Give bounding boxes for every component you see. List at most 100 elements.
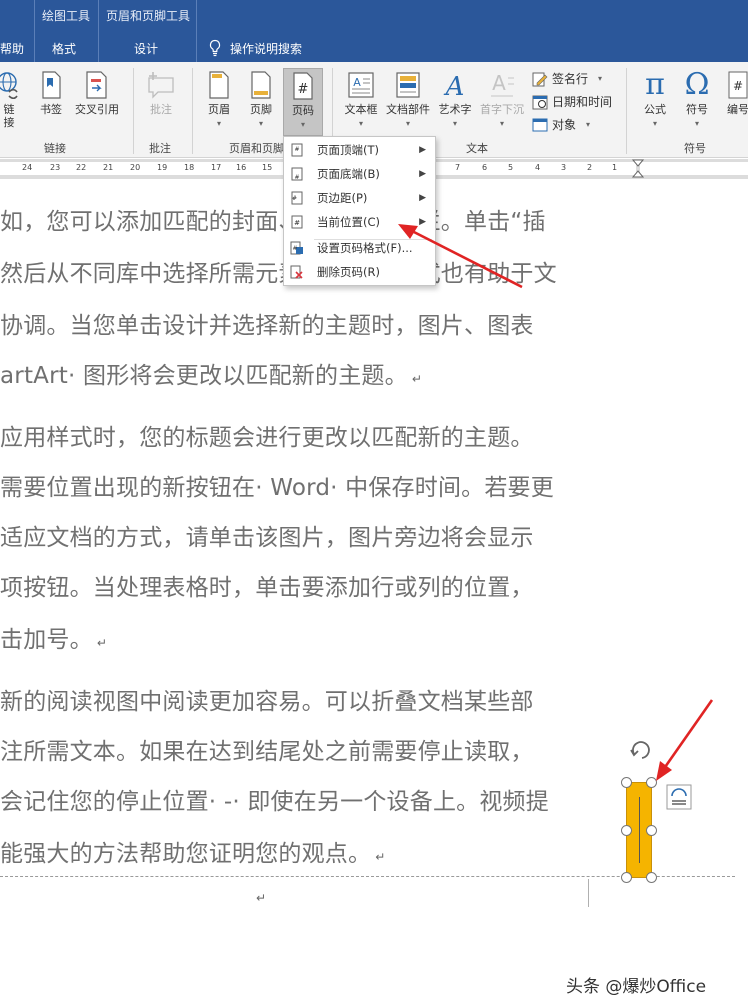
page-bottom-icon: #: [291, 167, 303, 181]
symbol-label: 符号: [686, 103, 708, 116]
chevron-down-icon: ▾: [598, 74, 603, 83]
ruler-number: 7: [455, 163, 461, 172]
object-label: 对象: [552, 118, 577, 132]
link-label: 链接: [3, 103, 15, 129]
resize-handle[interactable]: [646, 825, 657, 836]
textbox-icon: A: [348, 72, 374, 98]
quick-parts-label: 文档部件: [386, 103, 430, 116]
submenu-arrow-icon: ▶: [419, 193, 426, 203]
bookmark-label: 书签: [40, 103, 62, 116]
tab-design[interactable]: 设计: [134, 40, 158, 57]
header-footer-tools-label: 页眉和页脚工具: [106, 9, 191, 23]
textbox-button[interactable]: A 文本框 ▾: [340, 70, 382, 128]
group-separator: [192, 68, 193, 154]
chevron-down-icon: ▾: [358, 119, 363, 128]
menu-item-page-bottom[interactable]: # 页面底端(B) ▶: [285, 163, 435, 185]
ruler-number: 1: [612, 163, 618, 172]
submenu-arrow-icon: ▶: [419, 169, 426, 179]
paragraph-line: 项按钮。当处理表格时，单击要添加行或列的位置，: [0, 575, 534, 601]
svg-text:#: #: [292, 195, 297, 202]
resize-handle[interactable]: [621, 825, 632, 836]
ruler-number: 6: [482, 163, 488, 172]
link-button[interactable]: 链接: [0, 70, 24, 129]
page-number-button[interactable]: # 页码 ▾: [283, 68, 323, 136]
numbering-icon: #: [728, 71, 748, 99]
group-label-text: 文本: [466, 142, 488, 155]
group-label-comments: 批注: [149, 142, 171, 155]
footer-tab-stop: [588, 879, 589, 907]
tab-format[interactable]: 格式: [52, 40, 76, 57]
group-label-header-footer: 页眉和页脚: [229, 142, 284, 155]
header-label: 页眉: [208, 103, 230, 116]
numbering-button[interactable]: # 编号: [720, 70, 748, 117]
ruler-number: 17: [211, 163, 222, 172]
current-position-icon: #: [291, 215, 303, 229]
dropcap-button[interactable]: A 首字下沉 ▾: [478, 70, 526, 128]
document-page[interactable]: 如，您可以添加匹配的封面、页眉和提要栏。单击“插 然后从不同库中选择所需元素。主…: [0, 179, 748, 1008]
submenu-arrow-icon: ▶: [419, 217, 426, 227]
menu-item-page-top[interactable]: # 页面顶端(T) ▶: [285, 139, 435, 161]
equation-button[interactable]: π 公式 ▾: [638, 68, 672, 128]
ruler-number: 15: [262, 163, 273, 172]
watermark: 头条 @爆炒Office: [566, 977, 707, 997]
signature-line-label: 签名行: [552, 72, 589, 86]
resize-handle[interactable]: [646, 872, 657, 883]
menu-item-format-page-numbers[interactable]: # 设置页码格式(F)...: [285, 237, 435, 259]
indent-marker-icon[interactable]: [632, 159, 644, 179]
resize-handle[interactable]: [621, 872, 632, 883]
svg-text:A: A: [353, 76, 361, 89]
date-time-button[interactable]: 日期和时间: [532, 93, 612, 110]
svg-text:#: #: [294, 146, 299, 153]
layout-options-icon[interactable]: [666, 784, 692, 810]
ruler-number: 24: [22, 163, 33, 172]
footer-paragraph-mark: ↵: [256, 891, 267, 905]
chevron-down-icon: ▾: [652, 119, 657, 128]
ruler-number: 20: [130, 163, 141, 172]
tab-help[interactable]: 帮助: [0, 40, 24, 57]
search-label: 操作说明搜索: [230, 41, 303, 56]
chevron-down-icon: ▾: [300, 120, 305, 129]
ruler-number: 18: [184, 163, 195, 172]
chevron-down-icon: ▾: [405, 119, 410, 128]
paragraph-line: 能强大的方法帮助您证明您的观点。 ↵: [0, 841, 386, 867]
paragraph-line: 协调。当您单击设计并选择新的主题时，图片、图表: [0, 313, 534, 339]
rotate-handle-icon[interactable]: [628, 738, 654, 762]
pi-icon: π: [645, 67, 665, 102]
symbol-button[interactable]: Ω 符号 ▾: [680, 68, 714, 128]
remove-page-number-icon: [290, 265, 303, 279]
svg-text:#: #: [294, 219, 300, 227]
object-button[interactable]: 对象 ▾: [532, 116, 590, 133]
comment-button[interactable]: 批注: [144, 70, 178, 117]
menu-item-remove-page-numbers[interactable]: 删除页码(R): [285, 261, 435, 283]
ruler-number: 2: [587, 163, 593, 172]
header-button[interactable]: 页眉 ▾: [202, 70, 236, 128]
paragraph-line: 适应文档的方式，请单击该图片，图片旁边将会显示: [0, 525, 534, 551]
tell-me-search[interactable]: 操作说明搜索: [208, 38, 302, 58]
footer-button[interactable]: 页脚 ▾: [244, 70, 278, 128]
svg-text:#: #: [294, 174, 299, 181]
quick-parts-button[interactable]: 文档部件 ▾: [384, 70, 432, 128]
svg-text:#: #: [298, 82, 309, 97]
page-number-menu: # 页面顶端(T) ▶ # 页面底端(B) ▶ # 页边距(P) ▶ # 当前位…: [283, 136, 436, 286]
numbering-label: 编号: [727, 103, 748, 116]
paragraph-line: 然后从不同库中选择所需元素。主题和样式也有助于文: [0, 261, 557, 287]
group-label-links: 链接: [44, 142, 66, 155]
comment-icon: [148, 72, 174, 99]
cross-reference-button[interactable]: 交叉引用: [72, 70, 122, 117]
wordart-button[interactable]: A 艺术字 ▾: [436, 70, 474, 128]
bookmark-button[interactable]: 书签: [36, 70, 66, 117]
signature-line-button[interactable]: 签名行 ▾: [532, 70, 602, 87]
ruler-number: 4: [535, 163, 541, 172]
paragraph-line: 击加号。 ↵: [0, 627, 108, 653]
menu-item-page-margin[interactable]: # 页边距(P) ▶: [285, 187, 435, 209]
resize-handle[interactable]: [621, 777, 632, 788]
chevron-down-icon: ▾: [499, 119, 504, 128]
chevron-down-icon: ▾: [216, 119, 221, 128]
cross-reference-label: 交叉引用: [75, 103, 119, 116]
paragraph-mark: ↵: [411, 372, 423, 386]
drawing-tools-label: 绘图工具: [42, 9, 91, 23]
ruler-track: [640, 162, 748, 175]
page-margin-icon: #: [291, 191, 303, 205]
resize-handle[interactable]: [646, 777, 657, 788]
menu-item-current-position[interactable]: # 当前位置(C) ▶: [285, 211, 435, 233]
